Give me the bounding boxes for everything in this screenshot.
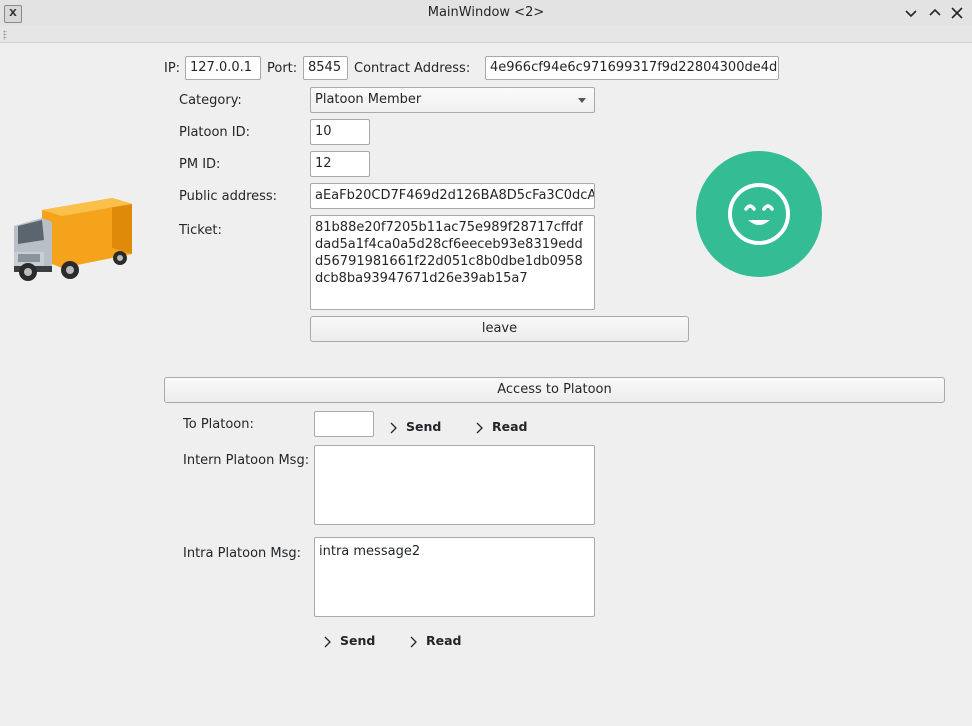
read-button[interactable]: Read <box>476 419 528 434</box>
toolbar-grip[interactable] <box>3 30 7 40</box>
intra-platoon-msg-label: Intra Platoon Msg: <box>183 546 302 561</box>
ip-label: IP: <box>164 61 181 76</box>
chevron-right-icon <box>410 636 417 647</box>
public-address-input[interactable]: aEaFb20CD7F469d2d126BA8D5cFa3C0dcA821 <box>310 183 595 209</box>
platoon-id-input[interactable]: 10 <box>310 119 370 145</box>
port-input[interactable]: 8545 <box>303 56 348 80</box>
category-select[interactable]: Platoon Member <box>310 87 595 113</box>
ip-input[interactable]: 127.0.0.1 <box>185 56 261 80</box>
truck-icon <box>14 198 132 281</box>
menu-bar <box>0 26 972 43</box>
port-label: Port: <box>267 61 298 76</box>
leave-button[interactable]: leave <box>310 316 689 342</box>
send-button[interactable]: Send <box>390 419 441 434</box>
close-icon[interactable] <box>948 4 966 22</box>
ticket-textarea[interactable]: 81b88e20f7205b11ac75e989f28717cffdfdad5a… <box>310 215 595 310</box>
ticket-label: Ticket: <box>179 223 222 238</box>
platoon-id-label: Platoon ID: <box>179 125 251 140</box>
chevron-right-icon <box>324 636 331 647</box>
pm-id-label: PM ID: <box>179 157 221 172</box>
pm-id-input[interactable]: 12 <box>310 151 370 177</box>
read-label: Read <box>492 419 528 434</box>
category-select-value: Platoon Member <box>315 92 422 107</box>
window-title: MainWindow <2> <box>427 5 545 20</box>
contract-address-input[interactable]: 4e966cf94e6c971699317f9d22804300de4d28b8 <box>485 56 779 80</box>
to-platoon-input[interactable] <box>314 411 374 437</box>
avatar <box>696 151 822 277</box>
intern-platoon-msg-label: Intern Platoon Msg: <box>183 453 310 468</box>
smiley-face-icon <box>728 183 790 245</box>
chevron-down-icon <box>578 98 586 103</box>
minimize-icon[interactable] <box>902 4 920 22</box>
read-label-2: Read <box>426 633 462 648</box>
maximize-icon[interactable] <box>926 4 944 22</box>
send-label: Send <box>406 419 442 434</box>
send-button-2[interactable]: Send <box>324 633 375 648</box>
intern-platoon-msg-textarea[interactable] <box>314 445 595 525</box>
chevron-right-icon <box>390 422 397 433</box>
to-platoon-label: To Platoon: <box>183 417 254 432</box>
category-label: Category: <box>179 93 242 108</box>
send-label-2: Send <box>340 633 376 648</box>
chevron-right-icon <box>476 422 483 433</box>
public-address-label: Public address: <box>179 189 278 204</box>
contract-address-label: Contract Address: <box>354 61 471 76</box>
access-to-platoon-button[interactable]: Access to Platoon <box>164 377 945 403</box>
intra-platoon-msg-textarea[interactable]: intra message2 <box>314 537 595 617</box>
read-button-2[interactable]: Read <box>410 633 462 648</box>
